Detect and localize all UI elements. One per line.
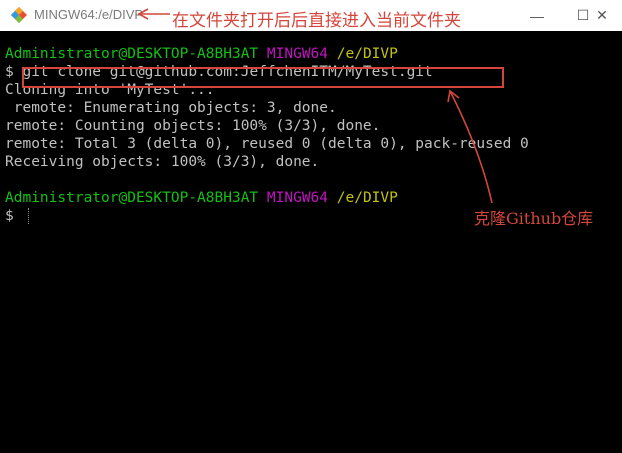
prompt-shell: MINGW64 xyxy=(266,190,329,206)
prompt-path: /e/DIVP xyxy=(336,190,398,206)
prompt-line: Administrator@DESKTOP-A8BH3AT MINGW64 /e… xyxy=(5,45,398,63)
prompt-path: /e/DIVP xyxy=(336,46,398,62)
prompt-user-host: Administrator@DESKTOP-A8BH3AT xyxy=(5,190,259,206)
prompt-dollar: $ xyxy=(5,64,14,80)
output-line: remote: Total 3 (delta 0), reused 0 (del… xyxy=(5,136,529,152)
command-highlight-box xyxy=(22,67,504,88)
minimize-button[interactable]: — xyxy=(514,0,560,31)
text-cursor xyxy=(27,208,30,224)
output-line: Receiving objects: 100% (3/3), done. xyxy=(5,154,320,170)
terminal-area[interactable]: Administrator@DESKTOP-A8BH3AT MINGW64 /e… xyxy=(0,31,622,453)
prompt-shell: MINGW64 xyxy=(266,46,329,62)
git-bash-icon xyxy=(11,7,27,23)
output-line: remote: Enumerating objects: 3, done. xyxy=(5,100,337,116)
annotation-top: 在文件夹打开后后直接进入当前文件夹 xyxy=(172,11,461,31)
terminal-window: MINGW64:/e/DIVP — ☐ ✕ Administrator@DESK… xyxy=(0,0,622,453)
prompt-user-host: Administrator@DESKTOP-A8BH3AT xyxy=(5,46,259,62)
input-line[interactable]: $ xyxy=(5,207,30,225)
annotation-bottom: 克隆Github仓库 xyxy=(474,209,594,228)
close-button[interactable]: ✕ xyxy=(582,0,622,31)
window-title: MINGW64:/e/DIVP xyxy=(34,7,144,22)
prompt-dollar: $ xyxy=(5,208,14,224)
output-line: remote: Counting objects: 100% (3/3), do… xyxy=(5,118,381,134)
prompt-line: Administrator@DESKTOP-A8BH3AT MINGW64 /e… xyxy=(5,189,398,207)
